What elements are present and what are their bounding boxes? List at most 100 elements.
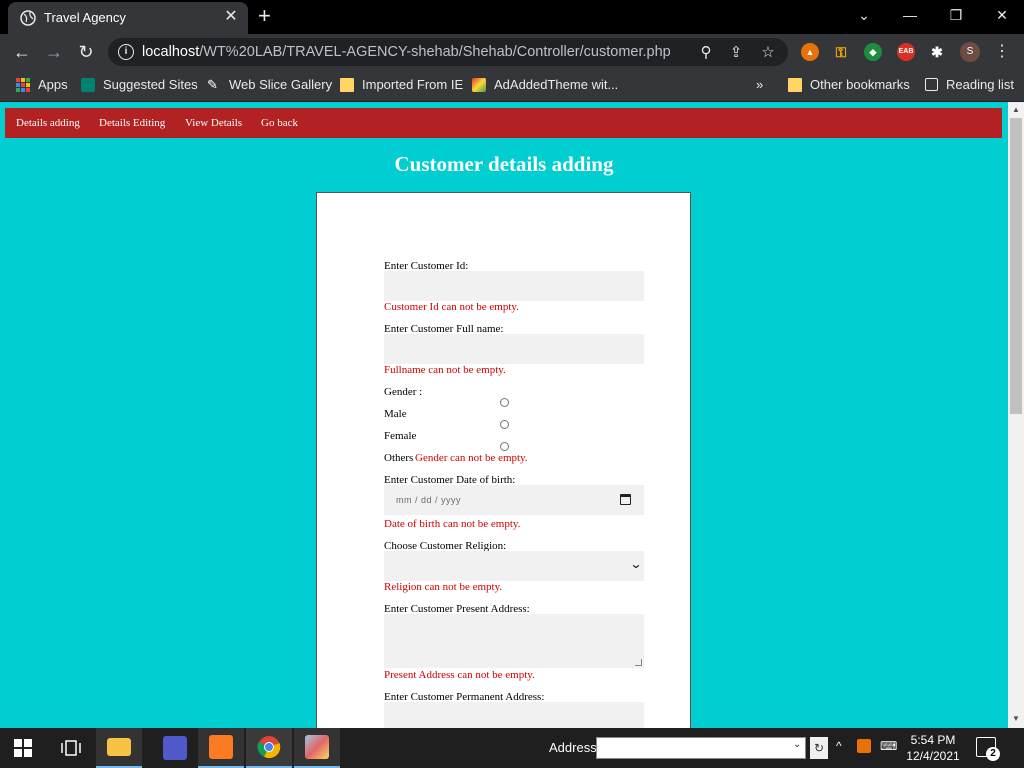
extensions-puzzle-icon[interactable]: ✱ [928,43,946,61]
gender-male-radio[interactable] [500,398,509,407]
extension-eab-icon[interactable]: EAB [897,43,915,61]
url-text[interactable]: localhost/WT%20LAB/TRAVEL-AGENCY-shehab/… [142,44,671,60]
windows-logo-icon [14,739,32,757]
extension-key-icon[interactable]: ⚿ [832,43,850,61]
customer-id-input[interactable] [384,271,644,301]
system-clock[interactable]: 5:54 PM 12/4/2021 [900,732,966,764]
page-scrollbar[interactable]: ▲ ▼ [1008,102,1024,728]
taskbar-chrome[interactable] [246,728,292,768]
globe-icon [20,10,36,26]
start-button[interactable] [0,728,46,768]
bookmark-imported-from-ie[interactable]: Imported From IE [340,77,463,92]
chrome-icon [257,736,281,759]
scrollbar-thumb[interactable] [1010,118,1022,414]
profile-avatar[interactable]: S [960,42,980,62]
xampp-icon [209,735,233,759]
minimize-button[interactable]: — [895,5,925,25]
page-viewport: Details adding Details Editing View Deta… [0,102,1008,728]
taskbar-paint[interactable] [294,728,340,768]
gender-others-label: Others [384,452,414,464]
close-tab-icon[interactable]: ✕ [222,9,240,25]
bookmark-star-icon[interactable]: ☆ [758,43,778,61]
restore-button[interactable]: ❐ [941,5,971,25]
bookmark-adaddedtheme[interactable]: AdAddedTheme wit... [472,77,618,92]
site-info-icon[interactable]: i [118,44,134,60]
taskbar-teams[interactable] [152,728,198,768]
present-address-error: Present Address can not be empty. [384,669,535,681]
gender-female-label: Female [384,430,417,442]
network-icon[interactable]: ⌨ [880,739,897,753]
clock-time: 5:54 PM [910,733,956,747]
extension-color-icon[interactable]: ◆ [864,43,882,61]
browser-toolbar: ← → ↻ i localhost/WT%20LAB/TRAVEL-AGENCY… [0,34,1024,70]
menu-link-go-back[interactable]: Go back [261,117,298,129]
bookmark-suggested-sites[interactable]: Suggested Sites [81,77,198,92]
address-go-icon[interactable]: ↻ [810,737,828,759]
close-window-button[interactable]: ✕ [987,5,1017,25]
bookmark-web-slice-gallery[interactable]: ✎ Web Slice Gallery [207,77,332,92]
dob-input[interactable]: mm / dd / yyyy [384,485,644,515]
browser-tab[interactable]: Travel Agency ✕ [8,2,248,34]
customer-form: Enter Customer Id: Customer Id can not b… [316,192,691,728]
web-slice-icon: ✎ [207,76,218,92]
paint-icon [305,735,329,759]
resize-handle-icon[interactable] [635,659,642,666]
menu-link-details-editing[interactable]: Details Editing [99,117,165,129]
menu-link-details-adding[interactable]: Details adding [16,117,80,129]
bookmark-apps[interactable]: Apps [16,77,68,92]
file-explorer-icon [107,738,131,756]
bing-icon [81,77,95,92]
extension-avast-icon[interactable]: ▲ [801,43,819,61]
task-view-button[interactable] [48,728,94,768]
address-bar[interactable]: i localhost/WT%20LAB/TRAVEL-AGENCY-sheha… [108,38,788,66]
tray-overflow-chevron-icon[interactable]: ^ [836,739,842,753]
back-arrow-icon[interactable]: ← [10,41,34,63]
permanent-address-textarea[interactable] [384,702,644,728]
gender-label: Gender : [384,386,423,398]
menu-link-view-details[interactable]: View Details [185,117,242,129]
share-icon[interactable]: ⇪ [726,43,746,61]
menu-kebab-icon[interactable]: ⋮ [994,41,1010,61]
dob-error: Date of birth can not be empty. [384,518,521,530]
taskbar-xampp[interactable] [198,728,244,768]
clock-date: 12/4/2021 [906,749,960,763]
chevron-down-icon: ⌄ [629,557,643,571]
folder-icon [340,77,354,92]
page-title: Customer details adding [394,152,614,176]
bookmarks-bar: Apps Suggested Sites ✎ Web Slice Gallery… [0,70,1024,102]
gender-error: Gender can not be empty. [415,452,528,464]
religion-select[interactable]: ⌄ [384,551,644,581]
apps-grid-icon [16,77,30,92]
taskbar-address-input[interactable] [596,737,806,759]
scroll-up-arrow-icon[interactable]: ▲ [1008,105,1024,114]
theme-icon [472,77,486,92]
calendar-icon[interactable] [620,494,631,505]
folder-icon [788,77,802,92]
present-address-textarea[interactable] [384,614,644,668]
fullname-input[interactable] [384,334,644,364]
browser-chrome: Travel Agency ✕ + ⌄ — ❐ ✕ ← → ↻ i localh… [0,0,1024,102]
taskbar-file-explorer[interactable] [96,728,142,768]
gender-others-radio[interactable] [500,442,509,451]
teams-icon [163,736,187,760]
reading-list-icon [925,78,938,91]
task-view-icon [61,740,81,756]
tab-strip: Travel Agency ✕ + ⌄ — ❐ ✕ [0,0,1024,34]
reload-icon[interactable]: ↻ [74,41,98,63]
scroll-down-arrow-icon[interactable]: ▼ [1008,714,1024,723]
new-tab-button[interactable]: + [258,5,271,27]
bookmark-reading-list[interactable]: Reading list [925,77,1014,92]
tray-app-icon[interactable] [857,739,871,753]
nav-menu-bar: Details adding Details Editing View Deta… [5,108,1002,138]
bookmarks-overflow-chevron-icon[interactable]: » [756,77,763,92]
gender-female-radio[interactable] [500,420,509,429]
bookmark-other-bookmarks[interactable]: Other bookmarks [788,77,910,92]
zoom-icon[interactable]: ⚲ [696,43,716,61]
address-dropdown-chevron-icon[interactable]: ⌄ [793,739,801,750]
religion-error: Religion can not be empty. [384,581,503,593]
tab-search-icon[interactable]: ⌄ [849,5,879,25]
forward-arrow-icon[interactable]: → [42,41,66,63]
taskbar-address-label: Address [549,740,597,755]
tab-title: Travel Agency [44,10,126,25]
fullname-error: Fullname can not be empty. [384,364,506,376]
